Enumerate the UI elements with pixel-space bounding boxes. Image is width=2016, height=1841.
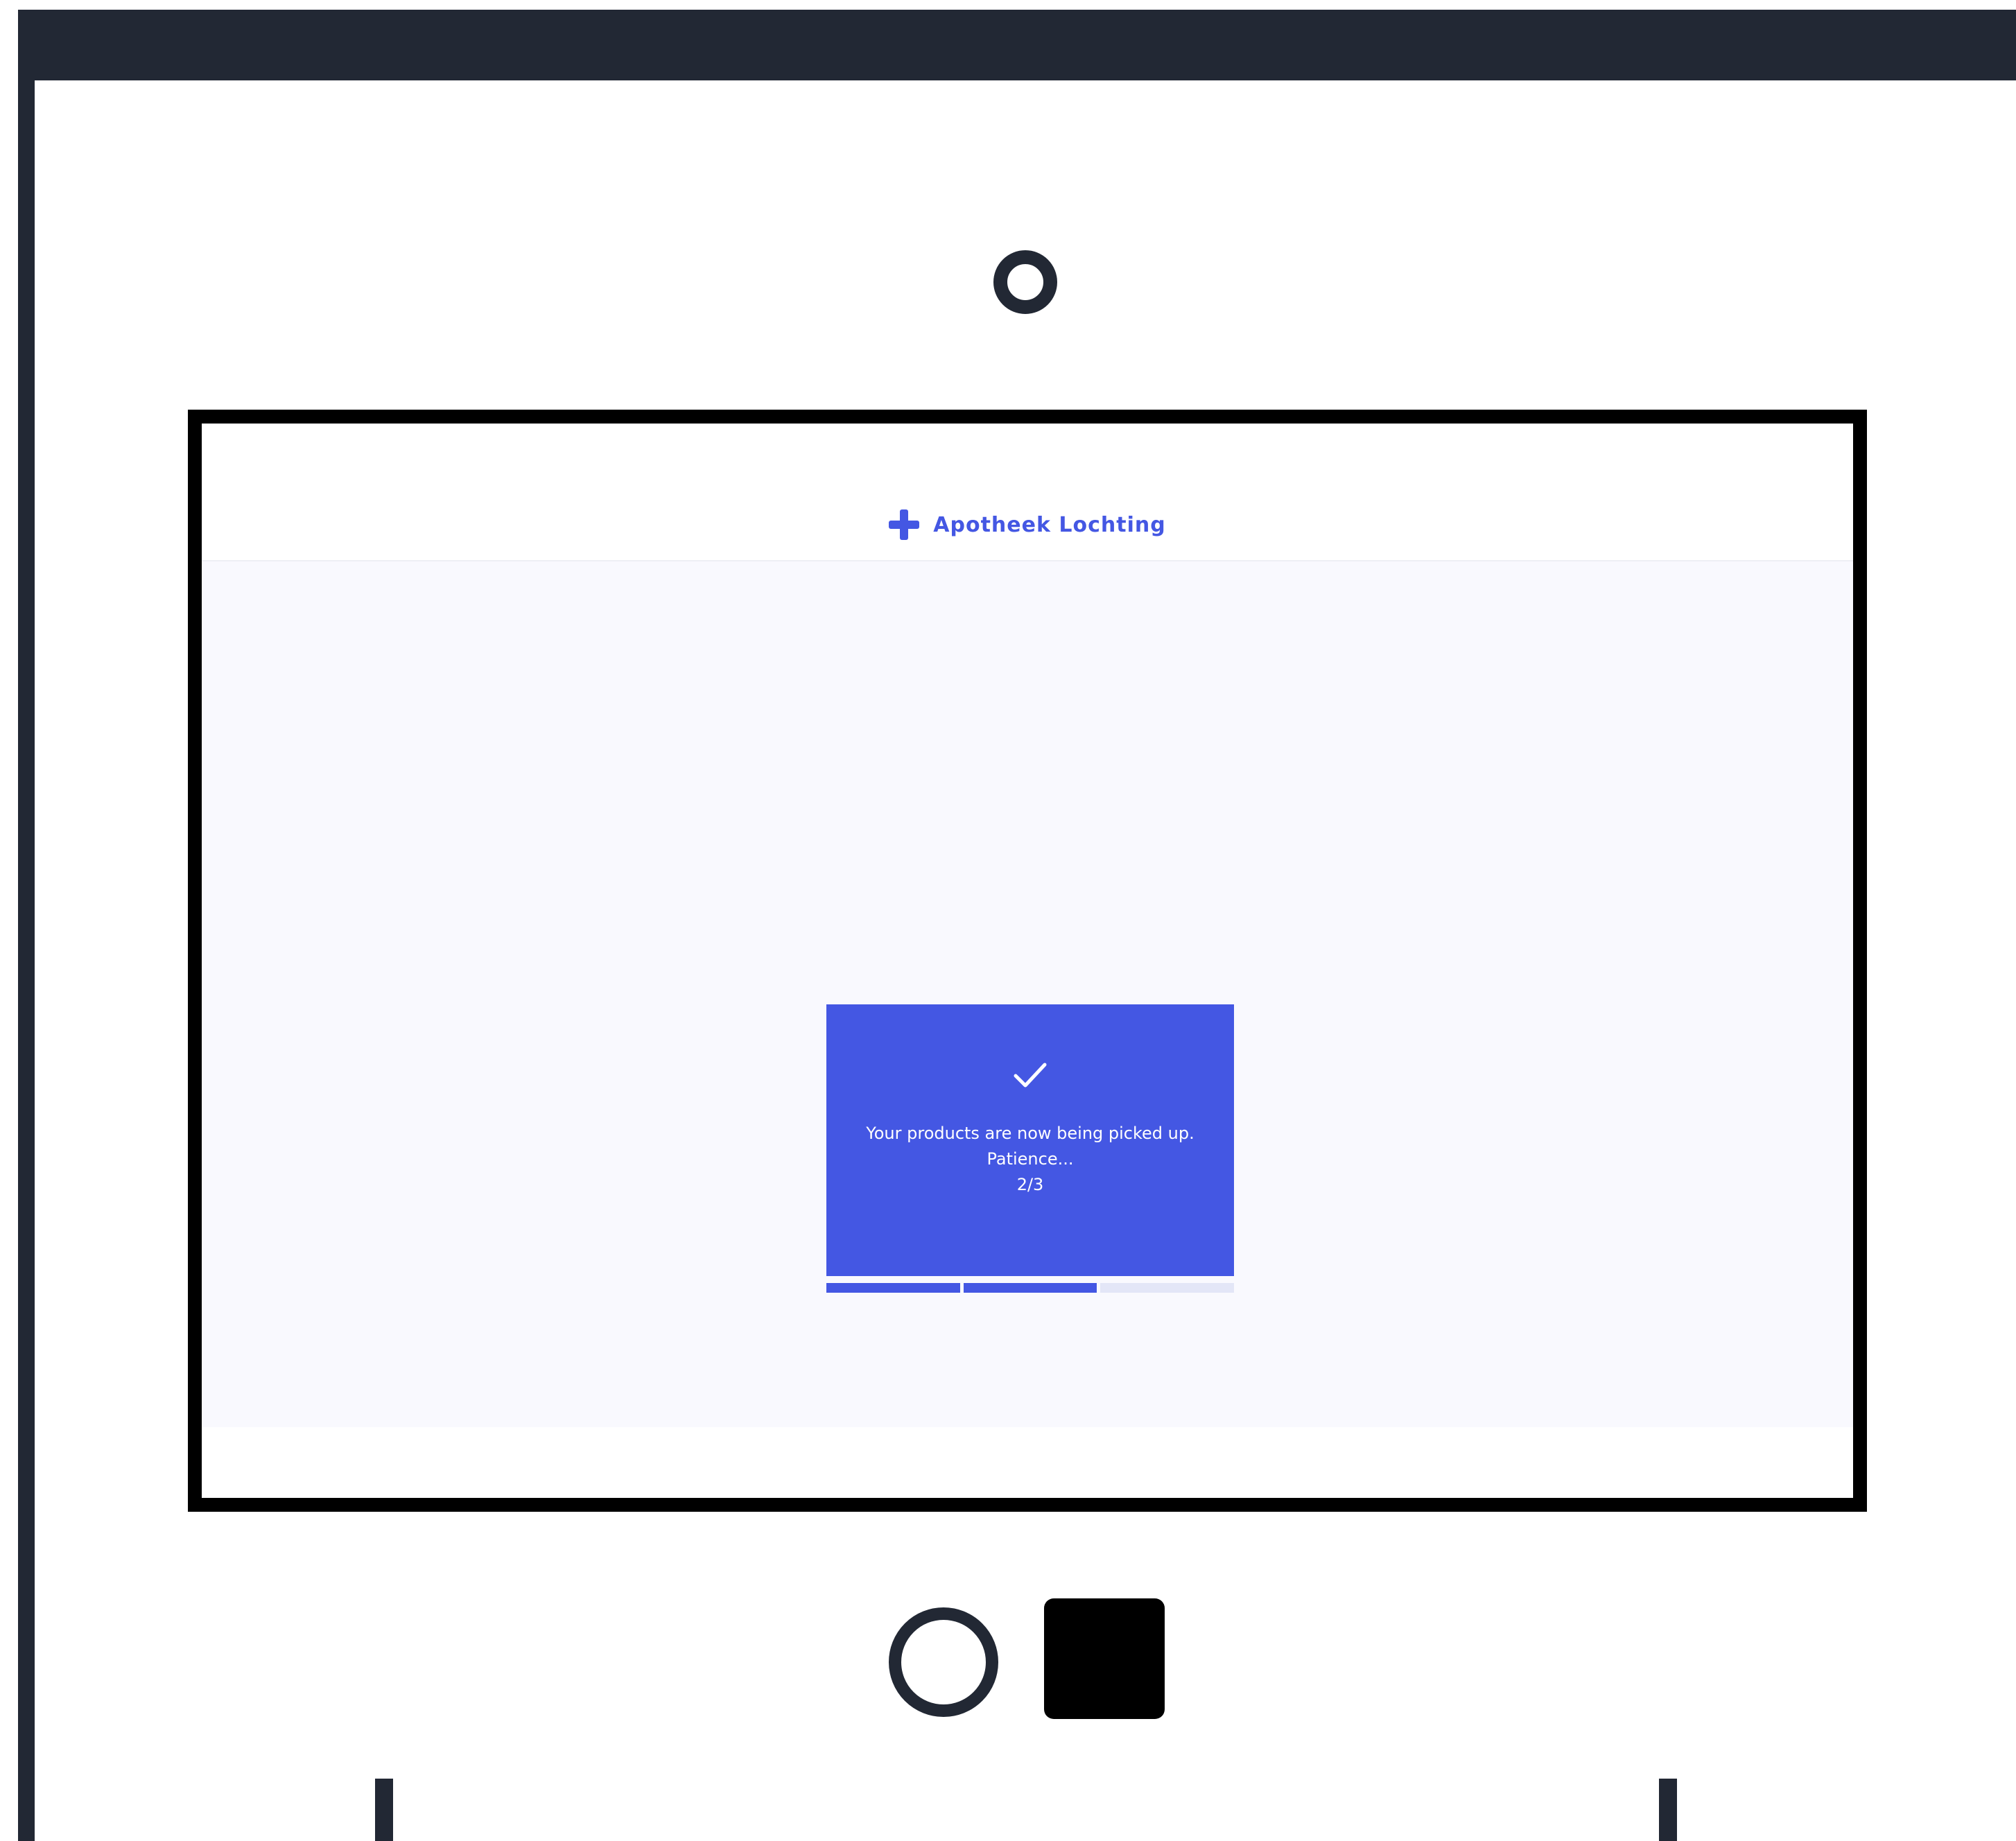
brand-name: Apotheek Lochting [933,512,1166,537]
kiosk-screen: Apotheek Lochting Your products are now … [188,410,1867,1512]
progress-fill [826,1283,960,1293]
square-button[interactable] [1044,1598,1165,1719]
status-patience: Patience... [987,1149,1074,1169]
progress-bar [826,1283,1235,1293]
progress-segment [1100,1283,1235,1293]
kiosk-top-bar [18,10,2016,80]
progress-fill [963,1283,1097,1293]
round-button[interactable] [889,1607,998,1717]
app-header: Apotheek Lochting [202,424,1853,561]
plus-cross-icon [889,509,920,540]
step-counter: 2/3 [1016,1175,1044,1194]
status-card: Your products are now being picked up. P… [826,1004,1234,1276]
kiosk-stand-left [375,1779,393,1841]
status-message: Your products are now being picked up. [866,1124,1194,1143]
app-body: Your products are now being picked up. P… [202,561,1853,1427]
checkmark-icon [1014,1063,1047,1088]
app-footer [202,1427,1853,1498]
progress-segment [963,1283,1097,1293]
camera-icon [993,250,1057,314]
kiosk-left-edge [18,10,35,1841]
status-text: Your products are now being picked up. P… [826,1121,1234,1198]
progress-segment [826,1283,960,1293]
kiosk-stand-right [1659,1779,1677,1841]
brand: Apotheek Lochting [202,507,1853,543]
